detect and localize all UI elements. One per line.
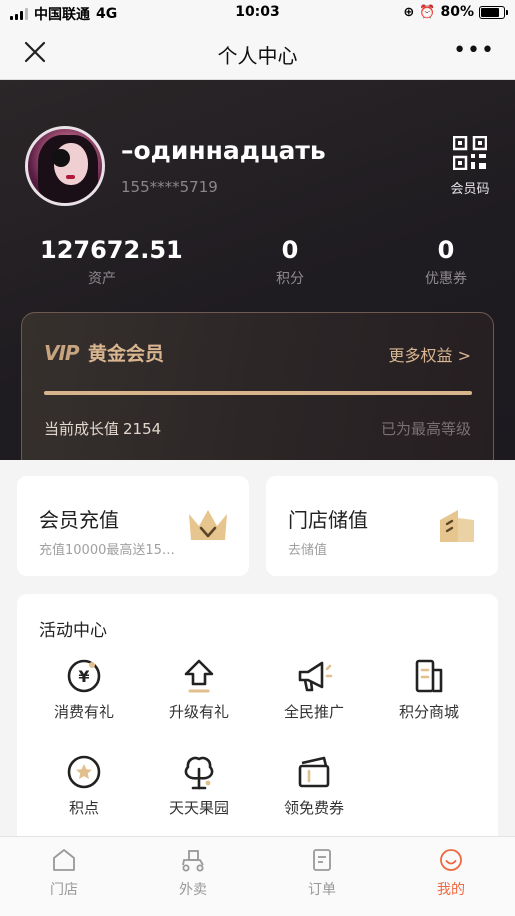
activity-item-points[interactable]: 积点: [29, 752, 139, 818]
activity-item-upgrade-gift[interactable]: 升级有礼: [144, 656, 254, 722]
growth-label: 当前成长值: [44, 420, 120, 438]
activity-label: 消费有礼: [53, 703, 114, 721]
username: –одиннадцать: [121, 136, 326, 165]
activity-label: 全民推广: [283, 703, 344, 721]
growth-value-row: 当前成长值 2154: [44, 418, 161, 439]
stat-label: 资产: [88, 271, 116, 287]
more-menu-button[interactable]: •••: [453, 38, 495, 63]
tab-orders[interactable]: 订单: [272, 847, 372, 899]
points-mall-icon: [415, 659, 443, 693]
level-status: 已为最高等级: [380, 420, 471, 438]
activity-item-consume-gift[interactable]: ¥ 消费有礼: [29, 656, 139, 722]
growth-progress-fill: [44, 391, 472, 395]
stat-coupons[interactable]: 0 优惠券: [396, 236, 496, 288]
battery-fill: [481, 7, 499, 17]
stat-label: 积分: [276, 271, 304, 287]
more-benefits-link[interactable]: 更多权益 >: [389, 342, 472, 366]
activity-item-promotion[interactable]: 全民推广: [259, 656, 369, 722]
stat-value: 0: [437, 236, 455, 264]
alarm-icon: ⏰: [419, 4, 436, 20]
store-deposit-card[interactable]: 门店储值 去储值: [266, 476, 498, 576]
card-title: 门店储值: [288, 508, 368, 532]
activity-label: 天天果园: [168, 799, 229, 817]
activity-label: 积点: [68, 799, 99, 817]
stat-value: 0: [281, 236, 299, 264]
page-title: 个人中心: [217, 44, 298, 68]
crown-icon: [189, 510, 227, 540]
tab-bar: 门店 外卖 订单 我的: [0, 836, 515, 916]
activity-label: 积分商城: [398, 703, 459, 721]
store-icon: [53, 849, 75, 871]
activity-label: 升级有礼: [168, 703, 229, 721]
tab-mine[interactable]: 我的: [401, 847, 501, 899]
member-recharge-card[interactable]: 会员充值 充值10000最高送15…: [17, 476, 249, 576]
activity-item-orchard[interactable]: 天天果园: [144, 752, 254, 818]
tab-store[interactable]: 门店: [14, 847, 114, 899]
activity-item-free-coupon[interactable]: 领免费券: [259, 752, 369, 818]
svg-text:¥: ¥: [78, 667, 89, 686]
vip-badge-icon: VIP: [44, 341, 80, 365]
delivery-icon: [182, 850, 204, 872]
tab-delivery[interactable]: 外卖: [143, 847, 243, 899]
member-code-label: 会员码: [450, 182, 490, 197]
card-subtitle: 去储值: [288, 543, 328, 558]
battery-icon: [479, 5, 508, 19]
phone-number: 155****5719: [121, 178, 218, 196]
qr-code-icon: [453, 136, 487, 170]
stat-points[interactable]: 0 积分: [240, 236, 340, 288]
growth-progress-bar: [44, 391, 472, 395]
status-bar: 中国联通 4G 10:03 ⊕ ⏰ 80%: [0, 0, 515, 26]
stat-value: 127672.51: [40, 236, 183, 264]
rotation-lock-icon: ⊕: [403, 4, 415, 20]
nav-bar: 个人中心 •••: [0, 26, 515, 80]
battery-percent: 80%: [440, 4, 474, 20]
tab-label: 订单: [308, 882, 336, 898]
tab-label: 外卖: [179, 882, 207, 898]
tab-label: 门店: [50, 882, 78, 898]
yen-coin-icon: ¥: [67, 659, 101, 693]
smile-icon: [440, 849, 462, 871]
store-card-icon: [440, 510, 474, 542]
status-right: ⊕ ⏰ 80%: [403, 4, 508, 20]
member-code-button[interactable]: 会员码: [442, 136, 498, 197]
card-title: 会员充值: [39, 508, 119, 532]
profile-header: –одиннадцать 155****5719 会员码 127672.51 资…: [0, 80, 515, 460]
vip-level: 黄金会员: [88, 343, 165, 365]
activity-item-points-mall[interactable]: 积分商城: [374, 656, 484, 722]
tree-icon: [184, 756, 214, 790]
stat-label: 优惠券: [425, 271, 467, 287]
avatar[interactable]: [25, 126, 105, 206]
activity-center: 活动中心 ¥ 消费有礼 升级有礼 全民推广 积分商城 积点 天天果园 领免费券: [17, 594, 498, 844]
megaphone-icon: [298, 661, 333, 692]
stat-assets[interactable]: 127672.51 资产: [40, 236, 183, 288]
coupon-icon: [298, 756, 330, 788]
upgrade-arrow-icon: [184, 659, 214, 693]
card-subtitle: 充值10000最高送15…: [39, 543, 175, 558]
vip-card[interactable]: VIP 黄金会员 更多权益 > 当前成长值 2154 已为最高等级: [21, 312, 494, 460]
growth-value: 2154: [123, 420, 162, 438]
star-coin-icon: [67, 755, 101, 789]
activity-title: 活动中心: [39, 621, 107, 641]
tab-label: 我的: [437, 882, 465, 898]
order-icon: [313, 849, 331, 871]
activity-label: 领免费券: [283, 799, 344, 817]
